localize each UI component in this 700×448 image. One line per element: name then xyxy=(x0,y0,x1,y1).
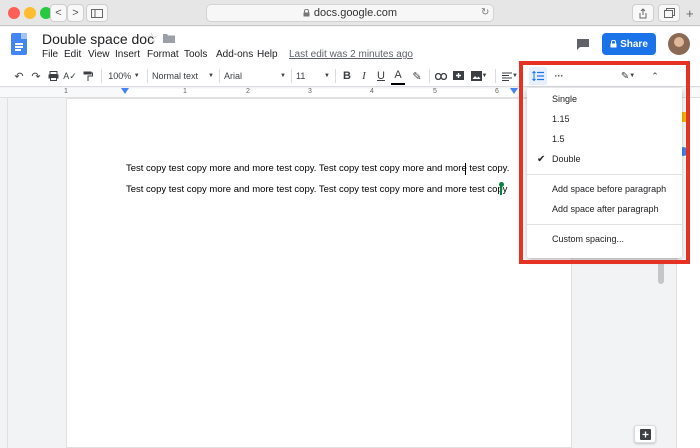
url-text: docs.google.com xyxy=(313,7,398,19)
folder-icon[interactable] xyxy=(163,33,175,43)
style-select[interactable]: Normal text ▼ xyxy=(152,67,214,85)
lock-icon xyxy=(303,9,310,17)
ruler-number: 1 xyxy=(64,88,68,95)
zoom-select[interactable]: 100% ▼ xyxy=(106,67,142,85)
tabs-overview-button[interactable] xyxy=(658,4,680,22)
menu-help[interactable]: Help xyxy=(257,49,278,60)
ruler-number: 3 xyxy=(308,88,312,95)
sidebar-toggle-button[interactable] xyxy=(86,4,108,22)
url-bar[interactable]: docs.google.com xyxy=(206,4,494,22)
star-icon[interactable]: ☆ xyxy=(146,30,158,46)
style-value: Normal text xyxy=(152,71,199,81)
document-page[interactable] xyxy=(66,98,572,448)
menu-file[interactable]: File xyxy=(42,49,58,60)
toolbar-divider xyxy=(147,69,148,83)
undo-icon[interactable]: ↶ xyxy=(12,67,26,85)
bold-button[interactable]: B xyxy=(340,67,354,85)
paragraph-2[interactable]: Test copy test copy more and more test c… xyxy=(126,184,507,195)
insert-link-icon[interactable] xyxy=(434,67,448,85)
chevron-left-icon: < xyxy=(55,7,62,19)
menu-tools[interactable]: Tools xyxy=(184,49,207,60)
lock-icon xyxy=(610,40,617,48)
ruler-number: 5 xyxy=(433,88,437,95)
spellcheck-icon[interactable]: A✓ xyxy=(63,67,77,85)
menu-view[interactable]: View xyxy=(88,49,110,60)
minimize-window-button[interactable] xyxy=(24,7,36,19)
font-value: Arial xyxy=(224,71,243,81)
new-tab-icon[interactable]: + xyxy=(686,6,694,21)
caret-down-icon: ▼ xyxy=(208,73,214,79)
add-comment-icon[interactable] xyxy=(451,67,465,85)
italic-button[interactable]: I xyxy=(357,67,371,85)
text-cursor xyxy=(465,163,466,175)
image-icon xyxy=(470,71,482,81)
menu-insert[interactable]: Insert xyxy=(115,49,140,60)
toolbar-divider xyxy=(101,69,102,83)
vertical-ruler xyxy=(0,98,8,448)
sidebar-icon xyxy=(91,8,103,18)
ruler-number: 4 xyxy=(370,88,374,95)
underline-button[interactable]: U xyxy=(374,67,388,85)
highlight-pen-icon[interactable]: ✎ xyxy=(410,67,424,85)
back-button[interactable]: < xyxy=(50,4,67,22)
paint-format-icon[interactable] xyxy=(81,67,95,85)
right-indent-marker-icon[interactable] xyxy=(510,88,518,94)
highlight-annotation-box xyxy=(519,61,690,264)
ruler-number: 1 xyxy=(183,88,187,95)
caret-down-icon: ▼ xyxy=(512,73,518,79)
chevron-right-icon: > xyxy=(72,7,79,19)
tabs-icon xyxy=(663,8,675,18)
share-page-button[interactable] xyxy=(632,4,654,22)
font-size-value: 11 xyxy=(296,71,306,81)
avatar[interactable] xyxy=(668,33,690,55)
menu-format[interactable]: Format xyxy=(147,49,179,60)
share-icon xyxy=(639,7,647,18)
comment-icon[interactable] xyxy=(576,38,590,50)
font-size-select[interactable]: 11 ▼ xyxy=(296,67,330,85)
toolbar-divider xyxy=(219,69,220,83)
menu-addons[interactable]: Add-ons xyxy=(216,49,253,60)
docs-logo-icon[interactable] xyxy=(11,33,27,55)
explore-icon xyxy=(639,428,651,440)
reload-icon[interactable]: ↻ xyxy=(481,7,489,18)
print-icon[interactable] xyxy=(46,67,60,85)
paragraph-1[interactable]: Test copy test copy more and more test c… xyxy=(126,163,509,174)
menu-edit[interactable]: Edit xyxy=(64,49,81,60)
last-edit-link[interactable]: Last edit was 2 minutes ago xyxy=(289,49,413,60)
zoom-value: 100% xyxy=(108,71,132,81)
collaborator-cursor-flag xyxy=(499,182,504,187)
forward-button[interactable]: > xyxy=(67,4,84,22)
caret-down-icon: ▼ xyxy=(133,73,140,79)
align-left-icon xyxy=(502,72,513,81)
ruler-number: 2 xyxy=(246,88,250,95)
caret-down-icon: ▼ xyxy=(481,73,488,79)
toolbar-divider xyxy=(429,69,430,83)
insert-image-button[interactable]: ▼ xyxy=(468,67,490,85)
close-window-button[interactable] xyxy=(8,7,20,19)
share-button[interactable]: Share xyxy=(602,33,656,55)
ruler-number: 6 xyxy=(495,88,499,95)
toolbar-divider xyxy=(335,69,336,83)
document-title[interactable]: Double space doc xyxy=(42,31,154,47)
align-select[interactable]: ▼ xyxy=(500,67,520,85)
toolbar-divider xyxy=(495,69,496,83)
redo-icon[interactable]: ↷ xyxy=(29,67,43,85)
explore-button[interactable] xyxy=(634,425,656,443)
caret-down-icon: ▼ xyxy=(280,73,286,79)
font-select[interactable]: Arial ▼ xyxy=(224,67,286,85)
caret-down-icon: ▼ xyxy=(324,73,330,79)
share-label: Share xyxy=(620,38,648,50)
toolbar-divider xyxy=(291,69,292,83)
indent-marker-icon[interactable] xyxy=(121,88,129,94)
text-color-button[interactable]: A xyxy=(391,67,405,85)
